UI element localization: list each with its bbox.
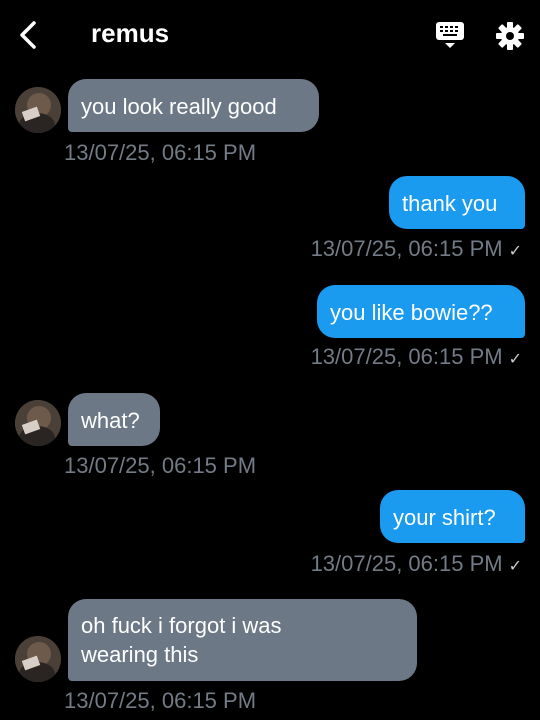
message-text-line: wearing this (81, 642, 199, 667)
keyboard-icon (436, 22, 464, 48)
message-timestamp-row: 13/07/25, 06:15 PM ✓ (311, 236, 522, 262)
gear-icon (496, 22, 524, 50)
avatar[interactable] (15, 400, 61, 446)
message-bubble-outgoing[interactable]: thank you (389, 176, 525, 229)
message-bubble-outgoing[interactable]: your shirt? (380, 490, 525, 543)
message-timestamp: 13/07/25, 06:15 PM (64, 453, 257, 478)
message-text: thank you (402, 191, 498, 216)
read-check-icon: ✓ (508, 351, 522, 368)
message-timestamp: 13/07/25, 06:15 PM (310, 236, 503, 261)
message-timestamp-row: 13/07/25, 06:15 PM ✓ (311, 344, 522, 370)
keyboard-button[interactable] (434, 20, 466, 50)
settings-button[interactable] (494, 20, 526, 52)
avatar-photo (15, 400, 61, 446)
avatar-photo (15, 636, 61, 682)
read-check-icon: ✓ (508, 243, 522, 260)
message-timestamp: 13/07/25, 06:15 PM (64, 140, 257, 165)
message-text: you like bowie?? (330, 300, 493, 325)
message-text-line: oh fuck i forgot i was (81, 613, 282, 638)
avatar-photo (15, 87, 61, 133)
avatar[interactable] (15, 636, 61, 682)
message-text: you look really good (81, 94, 277, 119)
message-bubble-incoming[interactable]: oh fuck i forgot i was wearing this (68, 599, 417, 681)
message-text: what? (81, 408, 140, 433)
contact-name[interactable]: remus (91, 18, 169, 49)
message-timestamp-row: 13/07/25, 06:15 PM ✓ (311, 551, 522, 577)
chevron-left-icon (20, 21, 36, 49)
message-text: your shirt? (393, 505, 496, 530)
message-bubble-incoming[interactable]: you look really good (68, 79, 319, 132)
back-button[interactable] (14, 18, 44, 52)
avatar[interactable] (15, 87, 61, 133)
message-bubble-incoming[interactable]: what? (68, 393, 160, 446)
chat-header: remus (0, 0, 540, 70)
message-bubble-outgoing[interactable]: you like bowie?? (317, 285, 525, 338)
read-check-icon: ✓ (508, 558, 522, 575)
message-timestamp: 13/07/25, 06:15 PM (310, 551, 503, 576)
message-timestamp: 13/07/25, 06:15 PM (64, 688, 257, 713)
message-timestamp: 13/07/25, 06:15 PM (310, 344, 503, 369)
